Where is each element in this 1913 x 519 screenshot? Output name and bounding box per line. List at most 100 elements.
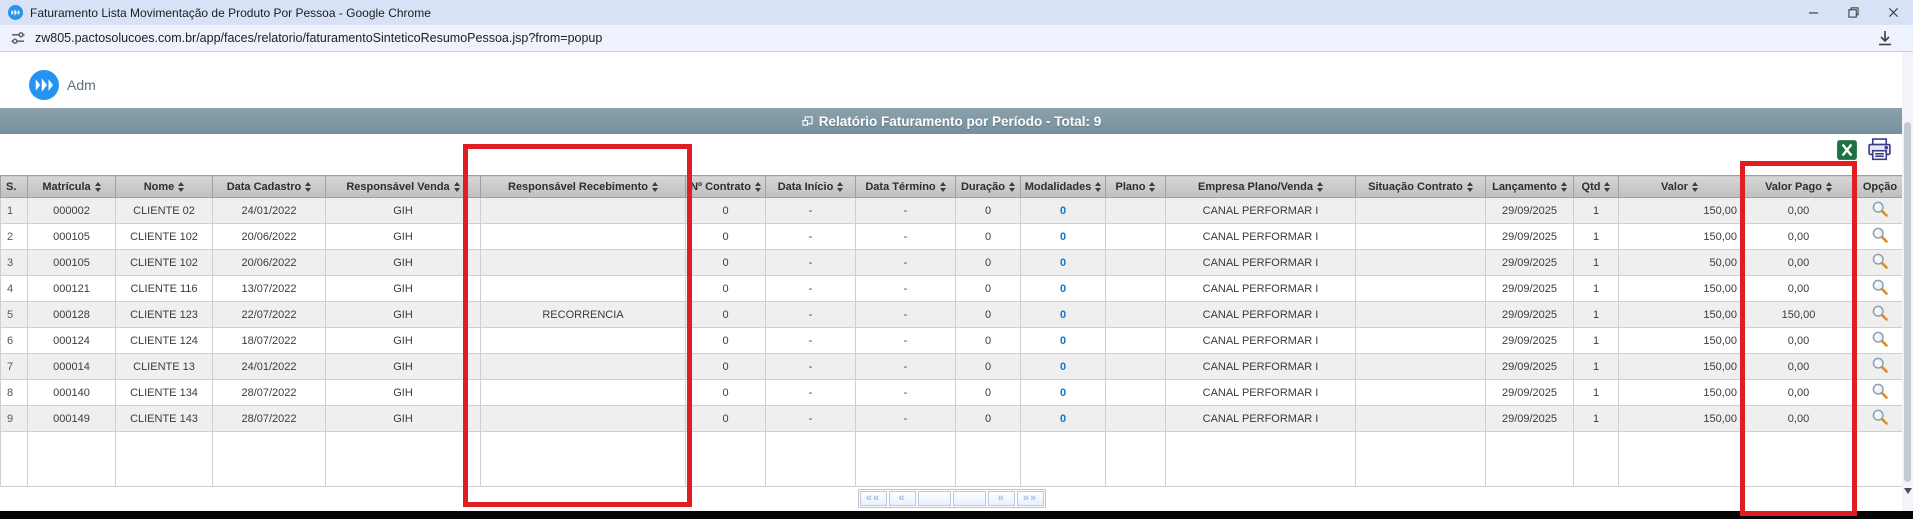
view-details-icon[interactable] <box>1871 382 1889 400</box>
cell-situacao_contrato <box>1356 276 1486 302</box>
cell-modalidades[interactable]: 0 <box>1021 224 1106 250</box>
cell-modalidades[interactable]: 0 <box>1021 250 1106 276</box>
column-header-s: S. <box>1 176 28 198</box>
site-settings-icon[interactable] <box>10 30 26 46</box>
fast-forward-button[interactable]: » <box>988 491 1015 506</box>
cell-modalidades[interactable]: 0 <box>1021 380 1106 406</box>
cell-modalidades[interactable]: 0 <box>1021 354 1106 380</box>
cell-modalidades[interactable]: 0 <box>1021 276 1106 302</box>
restore-button[interactable] <box>1833 0 1873 25</box>
page-box-1[interactable] <box>918 491 951 506</box>
view-details-icon[interactable] <box>1871 226 1889 244</box>
cell-data_termino: - <box>856 328 956 354</box>
cell-duracao: 0 <box>956 406 1021 432</box>
cell-data_cadastro: 22/07/2022 <box>213 302 326 328</box>
sort-icon[interactable] <box>755 182 761 192</box>
sort-icon[interactable] <box>1604 182 1610 192</box>
sort-icon[interactable] <box>178 182 184 192</box>
sort-icon[interactable] <box>652 182 658 192</box>
url-text[interactable]: zw805.pactosolucoes.com.br/app/faces/rel… <box>35 31 1875 45</box>
sort-icon[interactable] <box>1009 182 1015 192</box>
sort-icon[interactable] <box>95 182 101 192</box>
column-header-valor[interactable]: Valor <box>1619 176 1741 198</box>
cell-empresa_plano_venda: CANAL PERFORMAR I <box>1166 198 1356 224</box>
cell-duracao: 0 <box>956 276 1021 302</box>
cell-responsavel_recebimento <box>481 406 686 432</box>
minimize-button[interactable] <box>1793 0 1833 25</box>
column-header-lancamento[interactable]: Lançamento <box>1486 176 1574 198</box>
view-details-icon[interactable] <box>1871 330 1889 348</box>
view-details-icon[interactable] <box>1871 252 1889 270</box>
sort-icon[interactable] <box>1317 182 1323 192</box>
sort-icon[interactable] <box>1692 182 1698 192</box>
view-details-icon[interactable] <box>1871 356 1889 374</box>
cell-modalidades[interactable]: 0 <box>1021 328 1106 354</box>
cell-data_inicio: - <box>766 354 856 380</box>
first-page-button[interactable]: «« <box>860 491 887 506</box>
view-details-icon[interactable] <box>1871 304 1889 322</box>
column-header-plano[interactable]: Plano <box>1106 176 1166 198</box>
column-header-responsavel_venda[interactable]: Responsável Venda <box>326 176 481 198</box>
view-details-icon[interactable] <box>1871 200 1889 218</box>
cell-plano <box>1106 380 1166 406</box>
report-table-container: S. MatrículaNome Data Cadastro Responsável … <box>0 175 1903 487</box>
sort-icon[interactable] <box>1149 182 1155 192</box>
sort-icon[interactable] <box>1826 182 1832 192</box>
scrollbar-down-arrow-icon[interactable] <box>1904 488 1912 494</box>
column-header-qtd[interactable]: Qtd <box>1574 176 1619 198</box>
cell-plano <box>1106 406 1166 432</box>
cell-nome: CLIENTE 124 <box>116 328 213 354</box>
sort-icon[interactable] <box>1467 182 1473 192</box>
scrollbar-thumb[interactable] <box>1904 122 1911 482</box>
cell-valor_pago: 0,00 <box>1741 276 1857 302</box>
sort-icon[interactable] <box>837 182 843 192</box>
sort-icon[interactable] <box>305 182 311 192</box>
vertical-scrollbar[interactable] <box>1902 52 1913 511</box>
cell-valor: 150,00 <box>1619 354 1741 380</box>
cell-responsavel_recebimento <box>481 224 686 250</box>
column-header-data_termino[interactable]: Data Término <box>856 176 956 198</box>
fast-rewind-button[interactable]: « <box>889 491 916 506</box>
cell-modalidades[interactable]: 0 <box>1021 302 1106 328</box>
cell-valor_pago: 0,00 <box>1741 406 1857 432</box>
cell-responsavel_recebimento <box>481 354 686 380</box>
cell-opcao <box>1857 276 1904 302</box>
cell-data_termino: - <box>856 276 956 302</box>
cell-opcao <box>1857 380 1904 406</box>
cell-nome: CLIENTE 02 <box>116 198 213 224</box>
sort-icon[interactable] <box>1095 182 1101 192</box>
column-header-matricula[interactable]: Matrícula <box>28 176 116 198</box>
column-header-modalidades[interactable]: Modalidades <box>1021 176 1106 198</box>
download-icon[interactable] <box>1875 28 1895 48</box>
sort-icon[interactable] <box>454 182 460 192</box>
app-user-row: Adm <box>29 70 96 100</box>
page-box-2[interactable] <box>953 491 986 506</box>
export-excel-button[interactable] <box>1836 139 1858 161</box>
column-header-data_cadastro[interactable]: Data Cadastro <box>213 176 326 198</box>
column-header-data_inicio[interactable]: Data Início <box>766 176 856 198</box>
column-header-situacao_contrato[interactable]: Situação Contrato <box>1356 176 1486 198</box>
cell-lancamento: 29/09/2025 <box>1486 250 1574 276</box>
column-header-responsavel_recebimento[interactable]: Responsável Recebimento <box>481 176 686 198</box>
cell-situacao_contrato <box>1356 224 1486 250</box>
column-header-nome[interactable]: Nome <box>116 176 213 198</box>
view-details-icon[interactable] <box>1871 408 1889 426</box>
print-button[interactable] <box>1866 136 1893 163</box>
sort-icon[interactable] <box>1561 182 1567 192</box>
sort-icon[interactable] <box>940 182 946 192</box>
column-header-empresa_plano_venda[interactable]: Empresa Plano/Venda <box>1166 176 1356 198</box>
close-icon[interactable] <box>1873 0 1913 25</box>
cell-qtd: 1 <box>1574 302 1619 328</box>
column-header-valor_pago[interactable]: Valor Pago <box>1741 176 1857 198</box>
last-page-button[interactable]: »» <box>1017 491 1044 506</box>
popup-window-icon <box>802 116 813 127</box>
column-label: S. <box>6 181 16 193</box>
view-details-icon[interactable] <box>1871 278 1889 296</box>
column-label: Data Cadastro <box>227 181 302 193</box>
cell-modalidades[interactable]: 0 <box>1021 198 1106 224</box>
cell-modalidades[interactable]: 0 <box>1021 406 1106 432</box>
cell-valor: 50,00 <box>1619 250 1741 276</box>
column-header-n_contrato[interactable]: Nº Contrato <box>686 176 766 198</box>
pacto-logo-icon[interactable] <box>29 70 59 100</box>
column-header-duracao[interactable]: Duração <box>956 176 1021 198</box>
